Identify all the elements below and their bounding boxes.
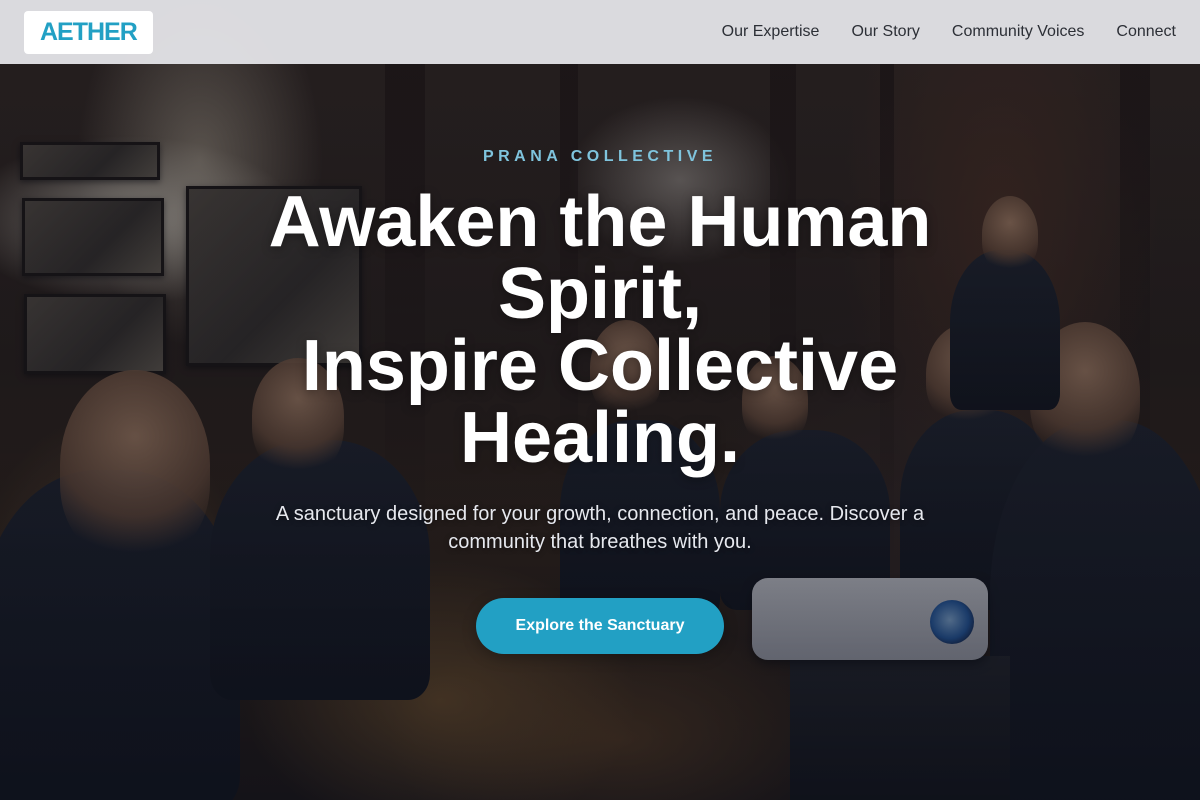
logo[interactable]: AETHER: [24, 10, 153, 54]
hero-subtext: A sanctuary designed for your growth, co…: [275, 503, 925, 553]
hero-headline: Awaken the Human Spirit, Inspire Collect…: [240, 186, 960, 474]
hero-section: PRANA COLLECTIVE Awaken the Human Spirit…: [0, 148, 1200, 654]
main-nav: Our Expertise Our Story Community Voices…: [690, 23, 1176, 41]
hero-headline-line-1: Awaken the Human Spirit,: [268, 182, 932, 334]
nav-link-community-voices[interactable]: Community Voices: [952, 23, 1085, 41]
nav-link-our-story[interactable]: Our Story: [851, 23, 919, 41]
hero-eyebrow: PRANA COLLECTIVE: [482, 148, 718, 165]
site-header: AETHER Our Expertise Our Story Community…: [0, 0, 1200, 64]
logo-text: AETHER: [40, 17, 138, 46]
nav-link-our-expertise[interactable]: Our Expertise: [722, 23, 820, 41]
landing-page: AETHER Our Expertise Our Story Community…: [0, 0, 1200, 800]
nav-link-connect[interactable]: Connect: [1116, 23, 1176, 41]
hero-headline-line-2: Inspire Collective Healing.: [301, 326, 899, 478]
explore-sanctuary-button[interactable]: Explore the Sanctuary: [476, 598, 724, 654]
